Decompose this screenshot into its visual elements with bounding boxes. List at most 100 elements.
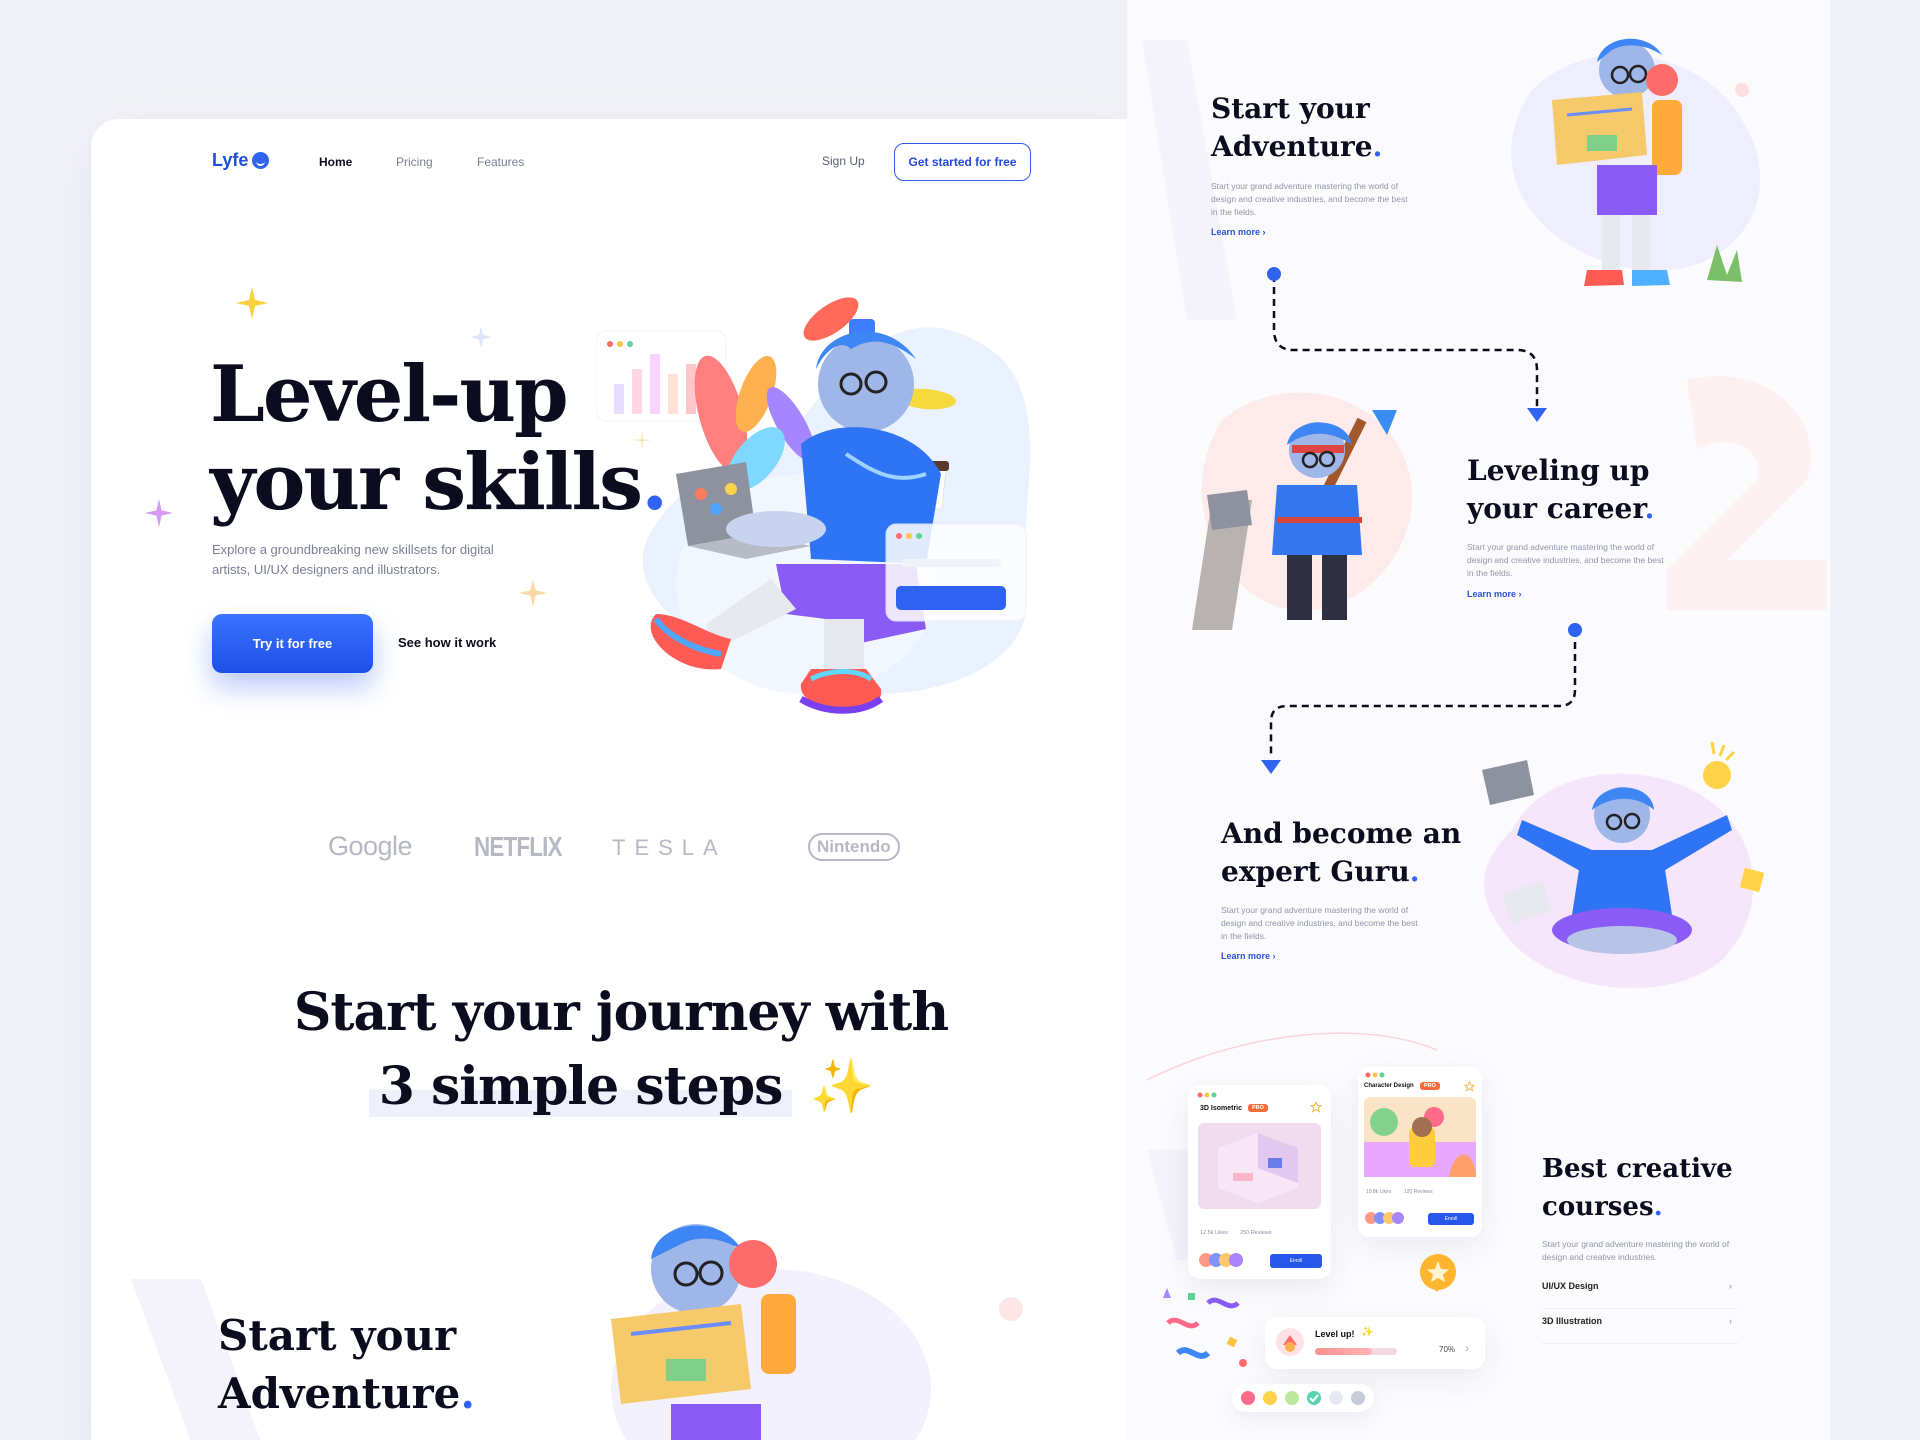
step2-title-line1: Leveling up (1467, 454, 1650, 487)
color-palette (1232, 1384, 1374, 1412)
course-card-label: Character Design (1364, 1083, 1414, 1089)
guru-illustration (1482, 741, 1765, 989)
nav-link-features[interactable]: Features (477, 155, 524, 169)
chevron-right-icon[interactable]: › (1465, 1341, 1469, 1355)
star-icon[interactable] (1464, 1081, 1475, 1092)
step3-title-line2: expert Guru (1221, 855, 1410, 888)
course-list-item-uiux[interactable]: UI/UX Design › (1542, 1281, 1738, 1309)
journey-heading-line1: Start your journey with (293, 982, 949, 1043)
step1-preview-title-line1: Start your (218, 1311, 457, 1360)
sparkle-icon (470, 326, 492, 348)
title-dot: . (1644, 492, 1655, 525)
progress-track (1315, 1348, 1397, 1355)
step1-description: Start your grand adventure mastering the… (1211, 181, 1408, 217)
level-up-card: Level up! ✨ 70% › (1265, 1317, 1485, 1369)
hero-illustration (596, 297, 1030, 714)
avatar-group (1365, 1212, 1404, 1224)
swatch-lightgreen (1285, 1391, 1299, 1405)
adventure-illustration (1511, 38, 1761, 286)
landing-page-card: Lyfe Home Pricing Features Sign Up Get s… (91, 119, 1151, 1440)
course-list-item-3d[interactable]: 3D Illustration › (1542, 1316, 1738, 1344)
step2-learn-more-link[interactable]: Learn more › (1467, 589, 1522, 599)
try-free-button[interactable]: Try it for free (212, 614, 373, 673)
step2-title: Leveling up your career. (1467, 452, 1654, 528)
step3-description: Start your grand adventure mastering the… (1221, 905, 1418, 941)
get-started-button[interactable]: Get started for free (894, 143, 1031, 181)
swatch-yellow (1263, 1391, 1277, 1405)
chevron-right-icon: › (1729, 1316, 1732, 1326)
partner-logos: Google NETFLIX TESLA Nintendo (91, 831, 1151, 871)
learn-more-label: Learn more (1221, 951, 1271, 961)
see-how-it-works-link[interactable]: See how it work (398, 635, 496, 650)
sign-up-link[interactable]: Sign Up (822, 154, 865, 168)
google-logo: Google (328, 831, 413, 861)
course-card-3d-isometric[interactable]: 3D Isometric PRO 12.5k Likes 250 Reviews… (1188, 1085, 1331, 1279)
chevron-right-icon: › (1729, 1281, 1732, 1291)
courses-title-line2: courses (1542, 1192, 1654, 1222)
badge-star-icon (1420, 1254, 1456, 1292)
reviews-count: 120 Reviews (1404, 1189, 1433, 1195)
course-card-label: 3D Isometric (1200, 1105, 1243, 1112)
journey-heading: Start your journey with 3 simple steps ✨ (91, 976, 1151, 1124)
brand-logo[interactable]: Lyfe (212, 150, 270, 171)
progress-fill (1315, 1348, 1373, 1355)
learn-more-label: Learn more (1211, 227, 1261, 237)
title-dot: . (1409, 855, 1420, 888)
tesla-logo: TESLA (612, 835, 727, 860)
step1-title: Start your Adventure. (1211, 90, 1382, 166)
step1-title-line1: Start your (1211, 92, 1370, 125)
step1-preview-title-line2: Adventure (218, 1369, 461, 1418)
courses-description: Start your grand adventure mastering the… (1542, 1239, 1730, 1262)
avatar-group (1199, 1253, 1243, 1267)
swatch-pink (1241, 1391, 1255, 1405)
confetti-decoration (1163, 1288, 1247, 1367)
courses-title: Best creative courses. (1542, 1150, 1733, 1226)
pro-badge: PRO (1248, 1104, 1268, 1112)
step2-title-line2: your career (1467, 492, 1645, 525)
journey-heading-line2: 3 simple steps (368, 1056, 793, 1117)
course-item-label: UI/UX Design (1542, 1281, 1599, 1291)
nav-link-pricing[interactable]: Pricing (396, 155, 433, 169)
course-card-character-design[interactable]: Character Design PRO 10.8k Likes 120 Rev… (1358, 1067, 1482, 1237)
netflix-logo: NETFLIX (474, 831, 563, 862)
window-dots (1365, 1072, 1385, 1078)
sparkle-icon (519, 579, 547, 607)
nav-link-home[interactable]: Home (319, 155, 352, 169)
title-dot: . (1372, 130, 1383, 163)
adventure-illustration (611, 1224, 1023, 1440)
logo-text: Lyfe (212, 150, 249, 170)
color-swatches (1241, 1391, 1365, 1405)
course-thumbnail (1198, 1123, 1321, 1209)
swatch-lightgray (1329, 1391, 1343, 1405)
nintendo-logo: Nintendo (808, 833, 900, 861)
step1-preview-title: Start your Adventure. (218, 1307, 475, 1423)
career-illustration (1192, 392, 1413, 630)
level-up-label: Level up! (1315, 1329, 1355, 1339)
enroll-button[interactable]: Enroll (1270, 1254, 1322, 1268)
course-thumbnail (1364, 1097, 1476, 1177)
likes-count: 12.5k Likes (1200, 1230, 1228, 1236)
step3-learn-more-link[interactable]: Learn more › (1221, 951, 1276, 961)
swatch-gray (1351, 1391, 1365, 1405)
character-avatar (1276, 1328, 1304, 1356)
window-dots (1197, 1092, 1217, 1098)
course-item-label: 3D Illustration (1542, 1316, 1603, 1326)
pro-badge: PRO (1420, 1082, 1440, 1090)
enroll-button[interactable]: Enroll (1428, 1213, 1474, 1225)
progress-percent: 70% (1439, 1345, 1456, 1354)
star-icon[interactable] (1310, 1101, 1322, 1113)
step3-title: And become an expert Guru. (1221, 815, 1461, 891)
hero-title-line2: your skills (210, 437, 643, 528)
sparkle-icon (236, 287, 268, 319)
step3-title-line1: And become an (1221, 817, 1462, 850)
title-dot: . (1653, 1192, 1663, 1222)
step1-learn-more-link[interactable]: Learn more › (1211, 227, 1266, 237)
learn-more-label: Learn more (1467, 589, 1517, 599)
sparkle-icon (145, 499, 173, 527)
title-dot: . (460, 1369, 476, 1418)
sparkle-icon: ✨ (1361, 1327, 1374, 1338)
step1-title-line2: Adventure (1211, 130, 1373, 163)
step2-description: Start your grand adventure mastering the… (1467, 542, 1664, 578)
courses-title-line1: Best creative (1542, 1154, 1733, 1184)
likes-count: 10.8k Likes (1366, 1189, 1392, 1195)
